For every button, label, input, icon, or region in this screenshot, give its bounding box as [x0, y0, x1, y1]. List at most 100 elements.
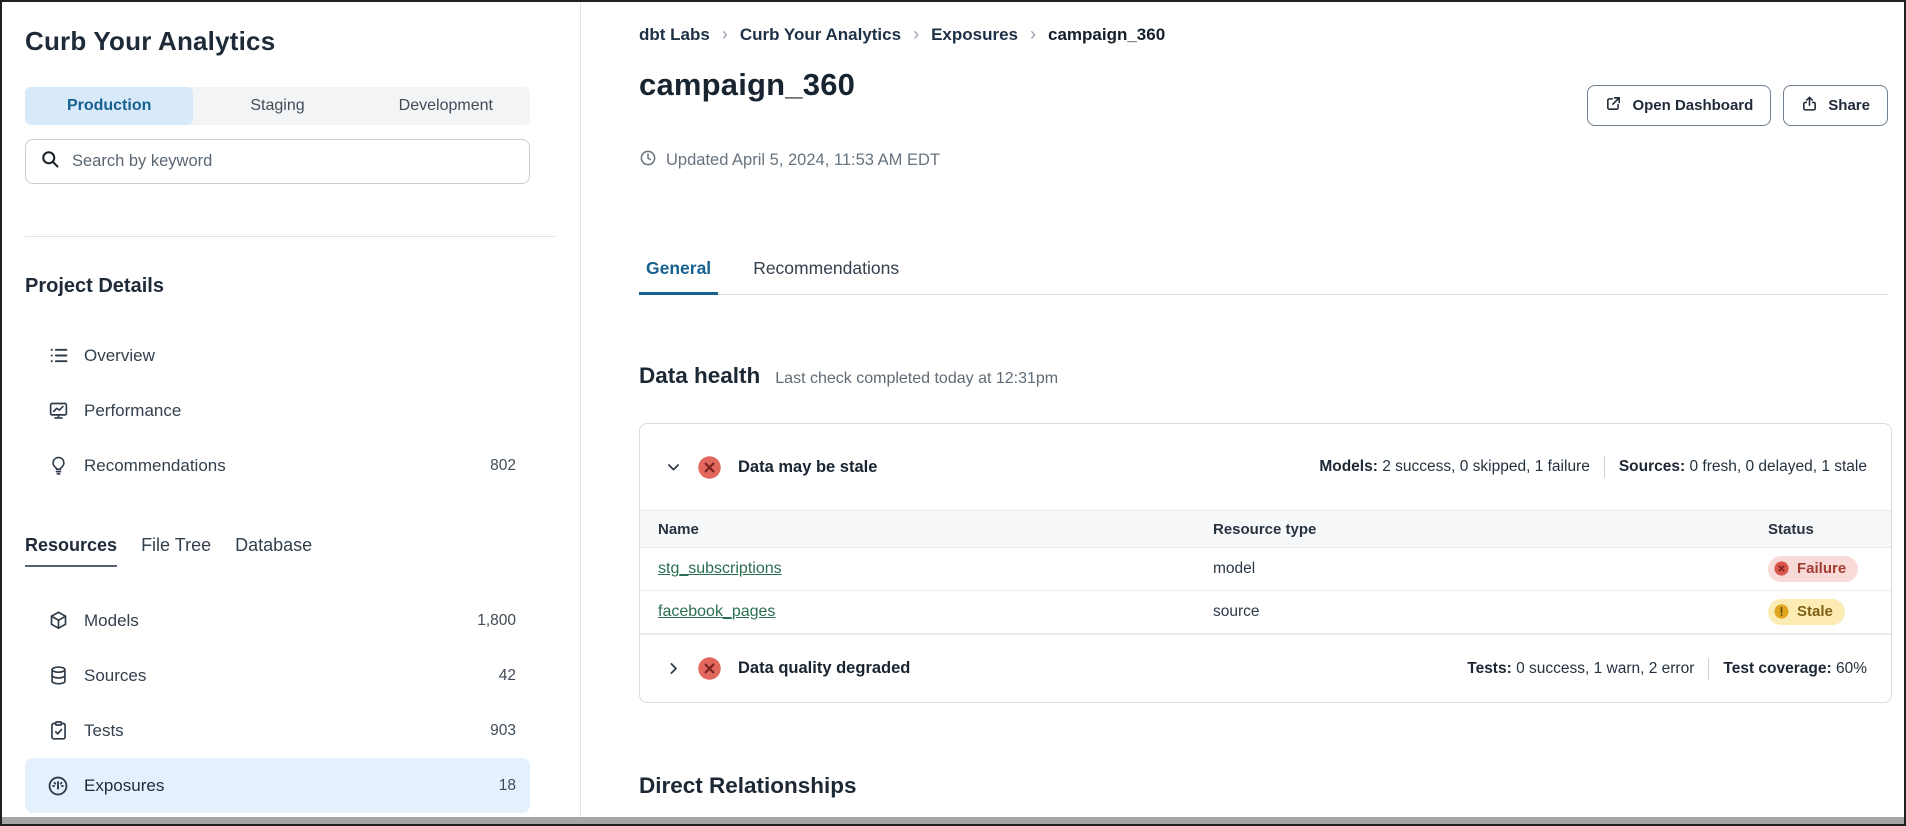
- sidebar-divider: [25, 236, 555, 237]
- sidebar-item-label: Overview: [84, 346, 155, 366]
- search-box[interactable]: [25, 139, 530, 184]
- external-link-icon: [1605, 95, 1622, 116]
- column-name: Name: [640, 521, 1213, 538]
- sidebar-item-models[interactable]: Models 1,800: [25, 593, 530, 648]
- column-status: Status: [1768, 521, 1891, 538]
- group-title: Data quality degraded: [738, 659, 910, 678]
- database-icon: [47, 665, 69, 687]
- group-data-quality-degraded[interactable]: Data quality degraded Tests0 success, 1 …: [640, 634, 1891, 702]
- sources-summary-label: Sources: [1619, 458, 1690, 475]
- share-label: Share: [1828, 97, 1870, 114]
- project-title: Curb Your Analytics: [25, 26, 580, 57]
- status-label: Failure: [1797, 560, 1846, 577]
- sidebar-item-label: Recommendations: [84, 456, 226, 476]
- recommendations-count: 802: [490, 457, 516, 475]
- environment-switcher: Production Staging Development: [25, 87, 530, 125]
- breadcrumb-current: campaign_360: [1048, 25, 1165, 45]
- resource-link-facebook-pages[interactable]: facebook_pages: [658, 603, 775, 620]
- sidebar-item-sources[interactable]: Sources 42: [25, 648, 530, 703]
- models-summary-value: 2 success, 0 skipped, 1 failure: [1382, 458, 1590, 475]
- breadcrumb-exposures[interactable]: Exposures: [931, 24, 1048, 45]
- clipboard-check-icon: [47, 720, 69, 742]
- column-resource-type: Resource type: [1213, 521, 1768, 538]
- summary-divider: [1604, 456, 1605, 478]
- models-summary-label: Models: [1319, 458, 1382, 475]
- sidebar-item-label: Performance: [84, 401, 181, 421]
- failure-x-icon: [1773, 560, 1790, 577]
- summary-divider: [1708, 658, 1709, 680]
- page-actions: Open Dashboard Share: [1587, 85, 1888, 126]
- models-count: 1,800: [477, 612, 516, 630]
- sidebar-item-overview[interactable]: Overview: [25, 328, 530, 383]
- table-row: stg_subscriptions model Failure: [640, 548, 1891, 591]
- status-badge-stale: Stale: [1768, 599, 1845, 625]
- bottom-scroll-bar: [2, 817, 1904, 824]
- coverage-summary-label: Test coverage: [1723, 660, 1836, 677]
- status-label: Stale: [1797, 603, 1833, 620]
- performance-monitor-icon: [47, 400, 69, 422]
- sidebar-view-tabs: Resources File Tree Database: [25, 535, 580, 567]
- detail-tabs: General Recommendations: [639, 258, 1888, 295]
- sidebar-item-label: Tests: [84, 721, 124, 741]
- search-input[interactable]: [72, 152, 515, 171]
- sidebar-item-performance[interactable]: Performance: [25, 383, 530, 438]
- group-summary: Models2 success, 0 skipped, 1 failure So…: [1319, 456, 1867, 478]
- sidebar-item-tests[interactable]: Tests 903: [25, 703, 530, 758]
- tab-file-tree[interactable]: File Tree: [141, 535, 211, 567]
- sources-count: 42: [499, 667, 516, 685]
- tests-summary-label: Tests: [1467, 660, 1516, 677]
- tab-resources[interactable]: Resources: [25, 535, 117, 567]
- sidebar-item-recommendations[interactable]: Recommendations 802: [25, 438, 530, 493]
- error-x-circle-icon: [696, 655, 723, 682]
- search-icon: [40, 149, 60, 174]
- sidebar-item-exposures[interactable]: Exposures 18: [25, 758, 530, 813]
- share-icon: [1801, 95, 1818, 116]
- group-data-may-be-stale[interactable]: Data may be stale Models2 success, 0 ski…: [640, 424, 1891, 510]
- env-tab-staging[interactable]: Staging: [193, 87, 361, 125]
- tests-count: 903: [490, 722, 516, 740]
- table-row: facebook_pages source Stale: [640, 591, 1891, 634]
- clock-icon: [639, 149, 657, 172]
- sidebar-item-label: Models: [84, 611, 139, 631]
- tab-recommendations[interactable]: Recommendations: [746, 258, 906, 295]
- breadcrumb: dbt Labs Curb Your Analytics Exposures c…: [639, 24, 1888, 45]
- sources-summary-value: 0 fresh, 0 delayed, 1 stale: [1689, 458, 1867, 475]
- gauge-icon: [47, 775, 69, 797]
- table-header: Name Resource type Status: [640, 510, 1891, 548]
- resource-type: source: [1213, 603, 1768, 621]
- resources-list: Models 1,800 Sources 42: [25, 593, 530, 813]
- open-dashboard-button[interactable]: Open Dashboard: [1587, 85, 1771, 126]
- sidebar-item-label: Exposures: [84, 776, 164, 796]
- open-dashboard-label: Open Dashboard: [1632, 97, 1753, 114]
- last-updated-text: Updated April 5, 2024, 11:53 AM EDT: [666, 151, 940, 170]
- cube-icon: [47, 610, 69, 632]
- app-window: Curb Your Analytics Production Staging D…: [0, 0, 1906, 826]
- stale-warning-icon: [1773, 603, 1790, 620]
- share-button[interactable]: Share: [1783, 85, 1888, 126]
- project-details-list: Overview Performance: [25, 328, 530, 493]
- tab-general[interactable]: General: [639, 258, 718, 295]
- tests-summary-value: 0 success, 1 warn, 2 error: [1516, 660, 1694, 677]
- resource-type: model: [1213, 560, 1768, 578]
- last-updated: Updated April 5, 2024, 11:53 AM EDT: [639, 149, 1888, 172]
- breadcrumb-dbt-labs[interactable]: dbt Labs: [639, 24, 740, 45]
- data-health-card: Data may be stale Models2 success, 0 ski…: [639, 423, 1892, 703]
- sidebar-item-label: Sources: [84, 666, 146, 686]
- data-health-header: Data health Last check completed today a…: [639, 363, 1888, 389]
- tab-database[interactable]: Database: [235, 535, 312, 567]
- group-summary: Tests0 success, 1 warn, 2 error Test cov…: [1467, 658, 1867, 680]
- env-tab-development[interactable]: Development: [362, 87, 530, 125]
- resource-link-stg-subscriptions[interactable]: stg_subscriptions: [658, 560, 782, 577]
- breadcrumb-project[interactable]: Curb Your Analytics: [740, 24, 931, 45]
- coverage-summary-value: 60%: [1836, 660, 1867, 677]
- sidebar: Curb Your Analytics Production Staging D…: [2, 2, 581, 824]
- status-badge-failure: Failure: [1768, 556, 1858, 582]
- chevron-right-icon[interactable]: [664, 660, 682, 678]
- project-details-heading: Project Details: [25, 275, 580, 298]
- exposures-count: 18: [499, 777, 516, 795]
- chevron-down-icon[interactable]: [664, 458, 682, 476]
- env-tab-production[interactable]: Production: [25, 87, 193, 125]
- direct-relationships-heading: Direct Relationships: [639, 773, 1888, 799]
- group-title: Data may be stale: [738, 458, 877, 477]
- last-check-text: Last check completed today at 12:31pm: [775, 370, 1058, 388]
